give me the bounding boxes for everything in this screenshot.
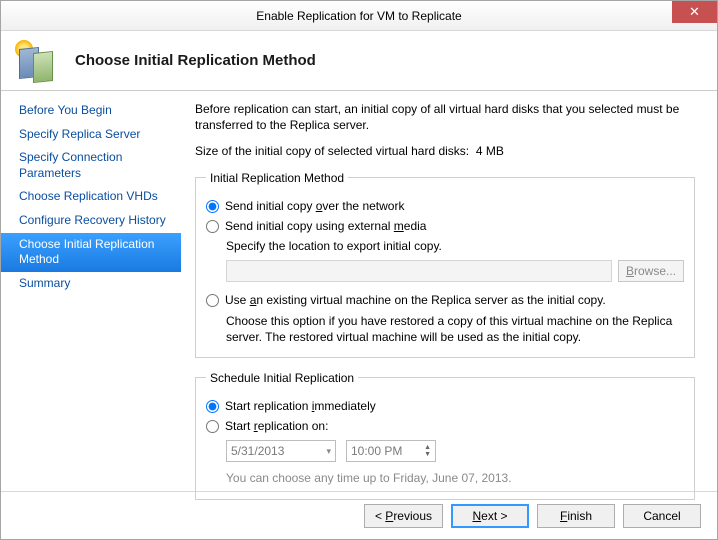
export-path-row: Browse... (226, 260, 684, 282)
schedule-datetime-row: 5/31/2013 ▾ 10:00 PM ▲▼ (226, 440, 684, 462)
schedule-time-value: 10:00 PM (351, 443, 402, 459)
radio-send-over-network-input[interactable] (206, 200, 219, 213)
schedule-hint: You can choose any time up to Friday, Ju… (226, 470, 684, 486)
sidebar-item-configure-recovery-history[interactable]: Configure Recovery History (1, 209, 181, 233)
initial-replication-method-group: Initial Replication Method Send initial … (195, 170, 695, 358)
previous-button[interactable]: < Previous (364, 504, 443, 528)
intro-text: Before replication can start, an initial… (195, 101, 695, 133)
sidebar-item-choose-replication-vhds[interactable]: Choose Replication VHDs (1, 185, 181, 209)
radio-start-immediately-input[interactable] (206, 400, 219, 413)
schedule-date-picker[interactable]: 5/31/2013 ▾ (226, 440, 336, 462)
window-title: Enable Replication for VM to Replicate (256, 9, 461, 23)
schedule-date-value: 5/31/2013 (231, 443, 284, 459)
size-value: 4 MB (476, 144, 504, 158)
radio-use-existing-vm[interactable]: Use an existing virtual machine on the R… (206, 292, 684, 308)
radio-start-immediately[interactable]: Start replication immediately (206, 398, 684, 414)
titlebar: Enable Replication for VM to Replicate ✕ (1, 1, 717, 31)
page-title: Choose Initial Replication Method (75, 52, 316, 69)
radio-use-existing-vm-label: Use an existing virtual machine on the R… (225, 292, 606, 308)
sidebar-item-before-you-begin[interactable]: Before You Begin (1, 99, 181, 123)
radio-send-external-media-label: Send initial copy using external media (225, 218, 426, 234)
replication-icon (15, 40, 57, 82)
sidebar-item-summary[interactable]: Summary (1, 272, 181, 296)
browse-button: Browse... (618, 260, 684, 282)
radio-start-on-label: Start replication on: (225, 418, 328, 434)
next-button[interactable]: Next > (451, 504, 529, 528)
radio-send-over-network[interactable]: Send initial copy over the network (206, 198, 684, 214)
schedule-legend: Schedule Initial Replication (206, 370, 358, 386)
method-legend: Initial Replication Method (206, 170, 348, 186)
export-path-input (226, 260, 612, 282)
sidebar-item-specify-connection-parameters[interactable]: Specify Connection Parameters (1, 146, 181, 185)
close-button[interactable]: ✕ (672, 1, 717, 23)
radio-start-immediately-label: Start replication immediately (225, 398, 376, 414)
radio-send-over-network-label: Send initial copy over the network (225, 198, 404, 214)
existing-vm-description: Choose this option if you have restored … (226, 313, 684, 345)
radio-start-on[interactable]: Start replication on: (206, 418, 684, 434)
sidebar-item-choose-initial-replication-method[interactable]: Choose Initial Replication Method (1, 233, 181, 272)
size-line: Size of the initial copy of selected vir… (195, 143, 695, 159)
radio-start-on-input[interactable] (206, 420, 219, 433)
radio-send-external-media-input[interactable] (206, 220, 219, 233)
external-media-sublabel: Specify the location to export initial c… (226, 238, 684, 254)
close-icon: ✕ (689, 4, 700, 20)
wizard-content: Before replication can start, an initial… (181, 91, 717, 491)
size-label: Size of the initial copy of selected vir… (195, 144, 469, 158)
cancel-button[interactable]: Cancel (623, 504, 701, 528)
sidebar-item-specify-replica-server[interactable]: Specify Replica Server (1, 123, 181, 147)
calendar-dropdown-icon: ▾ (326, 445, 331, 457)
radio-send-external-media[interactable]: Send initial copy using external media (206, 218, 684, 234)
wizard-header: Choose Initial Replication Method (1, 31, 717, 91)
radio-use-existing-vm-input[interactable] (206, 294, 219, 307)
browse-button-label: Browse... (626, 264, 676, 278)
wizard-body: Before You Begin Specify Replica Server … (1, 91, 717, 491)
wizard-sidebar: Before You Begin Specify Replica Server … (1, 91, 181, 491)
time-spinner-icon: ▲▼ (424, 444, 431, 458)
schedule-time-picker[interactable]: 10:00 PM ▲▼ (346, 440, 436, 462)
finish-button[interactable]: Finish (537, 504, 615, 528)
schedule-initial-replication-group: Schedule Initial Replication Start repli… (195, 370, 695, 500)
